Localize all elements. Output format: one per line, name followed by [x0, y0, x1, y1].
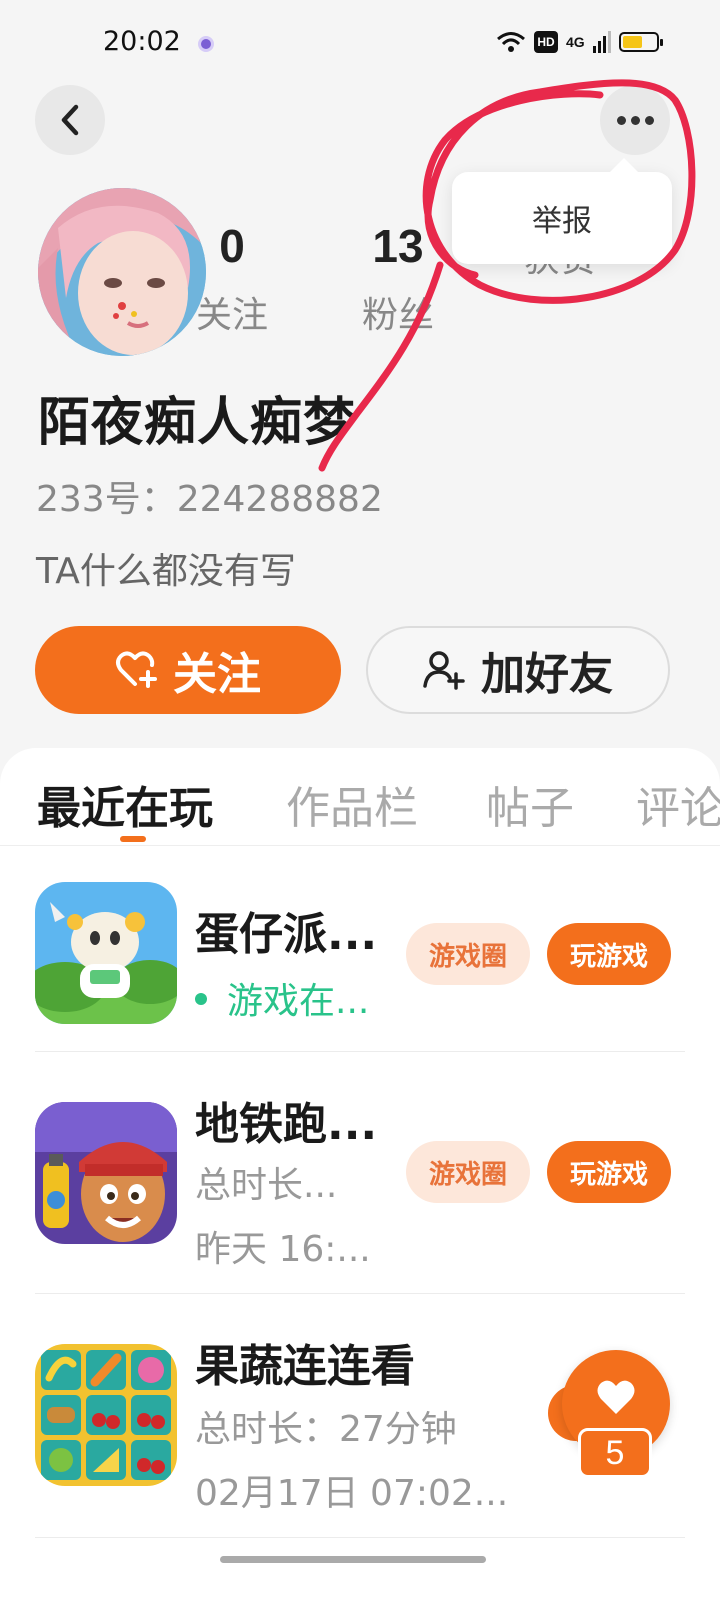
- game-row[interactable]: 蛋仔派... 游戏在... 游戏圈 玩游戏: [35, 880, 685, 1052]
- heart-plus-icon: [116, 651, 157, 688]
- chevron-left-icon: [61, 104, 79, 136]
- status-icons: HD 4G: [496, 28, 663, 56]
- following-label: 关注: [195, 295, 268, 336]
- add-friend-button[interactable]: 加好友: [366, 626, 670, 714]
- game-title: 蛋仔派...: [195, 909, 378, 960]
- online-dot-icon: [195, 993, 207, 1005]
- user-id: 233号：224288882: [36, 479, 383, 520]
- tab-works[interactable]: 作品栏: [286, 772, 418, 836]
- fans-label: 粉丝: [361, 295, 434, 336]
- game-circle-button[interactable]: 游戏圈: [406, 1141, 530, 1203]
- username: 陌夜痴人痴梦: [38, 393, 357, 453]
- follow-label: 关注: [173, 649, 261, 700]
- game-row[interactable]: 地铁跑... 总时长... 昨天 16:... 游戏圈 玩游戏: [35, 1052, 685, 1294]
- game-icon-fruit-link: [35, 1344, 177, 1486]
- more-menu-popup: 举报: [452, 158, 672, 264]
- game-icon-subway-surfers: [35, 1102, 177, 1244]
- follow-button[interactable]: 关注: [35, 626, 341, 714]
- divider: [35, 1537, 685, 1538]
- like-count-badge: 5: [578, 1428, 652, 1478]
- network-type: 4G: [566, 34, 585, 50]
- game-last-played: 02月17日 07:02...: [195, 1473, 509, 1514]
- report-menu-item[interactable]: 举报: [532, 196, 592, 240]
- game-playtime: 总时长...: [195, 1165, 338, 1206]
- following-count: 0: [219, 220, 245, 272]
- stat-following[interactable]: 0 关注: [162, 218, 302, 340]
- stat-fans[interactable]: 13 粉丝: [328, 218, 468, 340]
- battery-icon: [618, 32, 663, 52]
- game-title: 地铁跑...: [195, 1099, 378, 1150]
- game-title: 果蔬连连看: [195, 1341, 415, 1392]
- tab-posts[interactable]: 帖子: [486, 772, 574, 836]
- home-indicator[interactable]: [220, 1556, 486, 1563]
- more-dots-icon: [616, 115, 654, 125]
- game-icon-eggy-party: [35, 882, 177, 1024]
- status-time: 20:02: [103, 26, 181, 57]
- game-playtime: 总时长：27分钟: [195, 1409, 457, 1450]
- play-game-button[interactable]: 玩游戏: [547, 923, 671, 985]
- user-bio: TA什么都没有写: [36, 551, 296, 592]
- tab-bar: 最近在玩 作品栏 帖子 评论: [0, 748, 720, 846]
- add-friend-label: 加好友: [481, 649, 613, 700]
- heart-icon: [597, 1380, 635, 1414]
- game-circle-button[interactable]: 游戏圈: [406, 923, 530, 985]
- wifi-icon: [497, 32, 525, 52]
- fans-count: 13: [372, 220, 424, 272]
- hd-badge: HD: [534, 31, 558, 53]
- notification-dot-icon: [198, 36, 214, 52]
- play-game-button[interactable]: 玩游戏: [547, 1141, 671, 1203]
- signal-icon: [592, 31, 611, 53]
- game-status-online: 游戏在...: [195, 972, 369, 1024]
- status-bar: 20:02 HD 4G: [0, 0, 720, 90]
- tab-indicator: [120, 836, 146, 842]
- tab-comments[interactable]: 评论: [636, 772, 720, 836]
- back-button[interactable]: [35, 85, 105, 155]
- game-last-played: 昨天 16:...: [195, 1229, 371, 1270]
- tab-recent-played[interactable]: 最近在玩: [37, 772, 213, 836]
- more-button[interactable]: [600, 85, 670, 155]
- add-user-icon: [423, 651, 465, 690]
